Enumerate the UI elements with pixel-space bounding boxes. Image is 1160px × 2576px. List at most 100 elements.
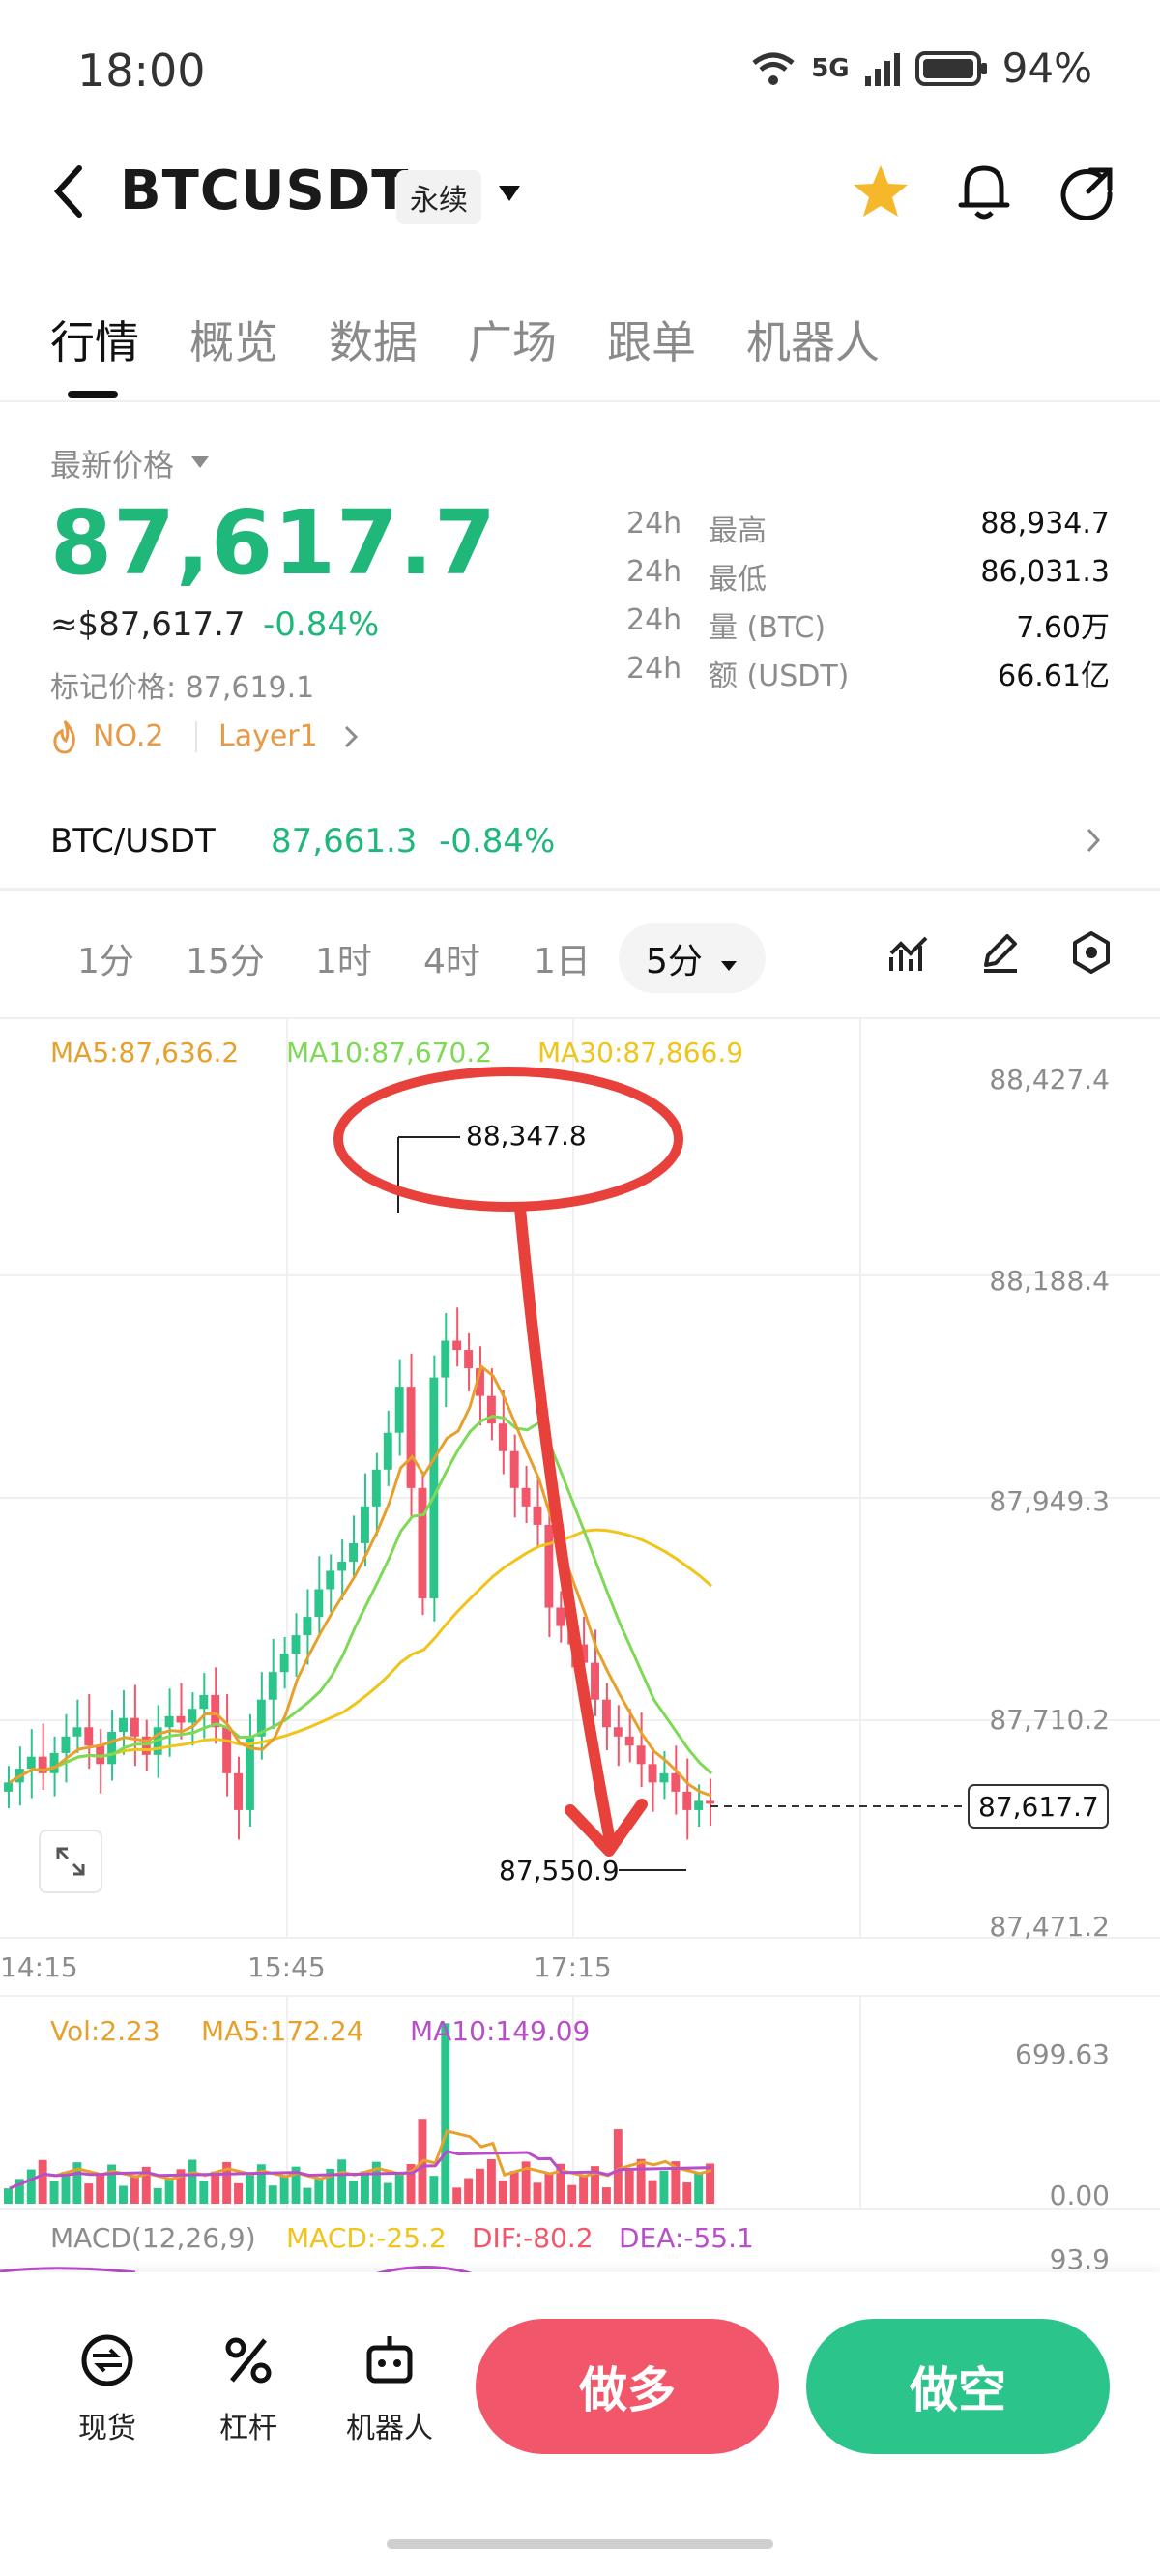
x-tick: 14:15 — [0, 1951, 78, 1983]
candle-body — [659, 1772, 669, 1783]
candle-body — [694, 1800, 704, 1810]
current-price-label: 87,617.7 — [978, 1791, 1099, 1823]
volume-bar — [441, 2023, 450, 2204]
candle-body — [464, 1350, 474, 1369]
caret-down-icon[interactable] — [189, 454, 211, 470]
volume-bar — [234, 2182, 243, 2204]
symbol-title[interactable]: BTCUSDT — [120, 160, 409, 222]
volume-bar — [268, 2185, 277, 2204]
volume-bar — [394, 2173, 404, 2204]
star-icon[interactable] — [851, 162, 911, 220]
back-icon[interactable] — [50, 162, 89, 220]
volume-bar — [567, 2184, 577, 2204]
nav-leverage[interactable]: 杠杆 — [195, 2330, 302, 2446]
candle-body — [671, 1772, 681, 1792]
nav-spot[interactable]: 现货 — [54, 2330, 160, 2446]
volume-bar — [682, 2182, 692, 2204]
volume-bar — [636, 2158, 646, 2204]
volume-bar — [579, 2175, 589, 2204]
nav-bots[interactable]: 机器人 — [336, 2330, 443, 2446]
draw-pencil-icon[interactable] — [978, 930, 1023, 975]
x-tick: 17:15 — [534, 1951, 612, 1983]
candle-body — [533, 1506, 542, 1525]
candle-body — [371, 1469, 381, 1507]
spot-change: -0.84% — [439, 822, 556, 861]
volume-bar — [498, 2180, 508, 2204]
candle-body — [406, 1387, 416, 1488]
volume-bar — [314, 2178, 324, 2204]
rank-badge[interactable]: NO.2 — [93, 719, 163, 753]
vol-tick: 699.63 — [1015, 2038, 1110, 2070]
stat-value: 88,934.7 — [980, 507, 1110, 541]
volume-bar — [245, 2174, 254, 2204]
price-change: -0.84% — [263, 605, 380, 644]
candle-body — [164, 1715, 174, 1728]
interval-1m[interactable]: 1分 — [77, 933, 134, 983]
volume-bar — [130, 2176, 139, 2204]
category-badge[interactable]: Layer1 — [218, 719, 318, 753]
candle-body — [291, 1635, 301, 1654]
interval-15m[interactable]: 15分 — [186, 933, 265, 983]
spot-pair[interactable]: BTC/USDT — [50, 822, 216, 861]
macd-name: MACD(12,26,9) — [50, 2222, 256, 2254]
stat-label: 最高 — [709, 514, 767, 548]
vol-ma10-label: MA10:149.09 — [410, 2015, 591, 2047]
interval-1h[interactable]: 1时 — [315, 933, 372, 983]
stat-period: 24h — [626, 603, 682, 637]
vol-label: Vol:2.23 — [50, 2015, 160, 2047]
volume-bar — [429, 2176, 439, 2204]
interval-1d[interactable]: 1日 — [534, 933, 591, 983]
candle-body — [222, 1727, 232, 1773]
tab-overview[interactable]: 概览 — [189, 307, 278, 371]
y-tick: 88,188.4 — [989, 1265, 1110, 1297]
candle-body — [556, 1607, 566, 1626]
share-icon[interactable] — [1058, 162, 1116, 220]
chevron-right-icon[interactable] — [1085, 826, 1104, 855]
interval-4h[interactable]: 4时 — [423, 933, 480, 983]
candle-body — [648, 1764, 657, 1783]
candle-body — [394, 1387, 404, 1433]
chevron-right-icon[interactable] — [342, 723, 362, 750]
volume-bar — [533, 2182, 542, 2204]
candle-body — [498, 1423, 508, 1451]
settings-hexagon-icon[interactable] — [1069, 930, 1114, 975]
candle-body — [61, 1736, 71, 1753]
candle-body — [361, 1506, 369, 1543]
stat-value: 7.60万 — [1016, 611, 1110, 645]
macd-tick: 93.9 — [1049, 2243, 1110, 2275]
tab-copy-trading[interactable]: 跟单 — [607, 307, 696, 371]
y-tick: 87,471.2 — [989, 1911, 1110, 1943]
interval-selected[interactable]: 5分 — [619, 923, 767, 993]
bell-icon[interactable] — [957, 161, 1011, 222]
latest-price-label[interactable]: 最新价格 — [50, 441, 174, 485]
expand-button[interactable] — [39, 1830, 102, 1893]
macd-value: MACD:-25.2 — [286, 2222, 447, 2254]
volume-bar — [361, 2171, 369, 2204]
candle-body — [591, 1662, 599, 1700]
ma30-label: MA30:87,866.9 — [537, 1037, 744, 1068]
flame-icon — [53, 719, 75, 754]
volume-bar — [486, 2158, 496, 2204]
long-button[interactable]: 做多 — [476, 2319, 779, 2454]
contract-type-tag[interactable]: 永续 — [396, 170, 481, 224]
tab-square[interactable]: 广场 — [468, 307, 557, 371]
volume-bar — [337, 2159, 347, 2204]
tab-market[interactable]: 行情 — [50, 307, 139, 371]
vol-tick: 0.00 — [1049, 2180, 1110, 2211]
divider — [0, 888, 1160, 891]
candle-body — [188, 1709, 197, 1723]
indicator-icon[interactable] — [887, 932, 932, 977]
tab-data[interactable]: 数据 — [329, 307, 418, 371]
chevron-down-icon[interactable] — [495, 182, 524, 205]
status-icons: 5G 94% — [749, 44, 1092, 92]
volume-bar — [659, 2170, 669, 2204]
volume-bar — [613, 2129, 623, 2204]
candlestick-chart[interactable] — [0, 1019, 1160, 2276]
volume-bar — [694, 2173, 704, 2204]
volume-bar — [188, 2159, 197, 2204]
candles-group — [4, 1307, 714, 1840]
tab-bots[interactable]: 机器人 — [746, 307, 880, 371]
stat-period: 24h — [626, 652, 682, 686]
short-button[interactable]: 做空 — [806, 2319, 1110, 2454]
candle-body — [279, 1654, 289, 1673]
